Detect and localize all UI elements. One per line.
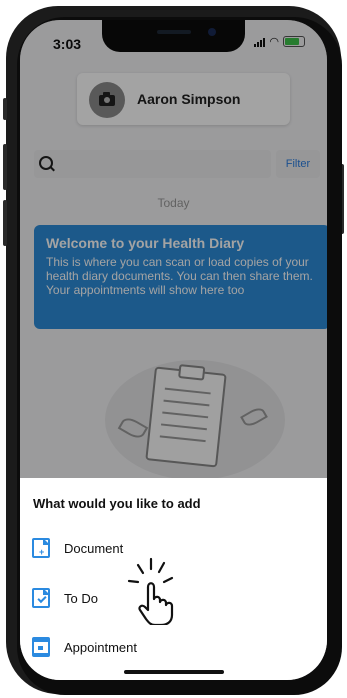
sheet-title: What would you like to add	[33, 496, 201, 511]
option-label: Document	[64, 540, 124, 556]
tap-gesture-icon	[127, 557, 174, 625]
option-label: To Do	[64, 590, 98, 606]
todo-icon	[32, 588, 50, 608]
document-add-icon: +	[32, 538, 50, 558]
home-indicator	[124, 670, 224, 674]
volume-up-button	[3, 144, 7, 190]
option-label: Appointment	[64, 639, 137, 655]
calendar-icon	[32, 637, 50, 657]
add-appointment-option[interactable]: Appointment	[32, 631, 312, 663]
mute-switch	[3, 98, 7, 120]
volume-down-button	[3, 200, 7, 246]
